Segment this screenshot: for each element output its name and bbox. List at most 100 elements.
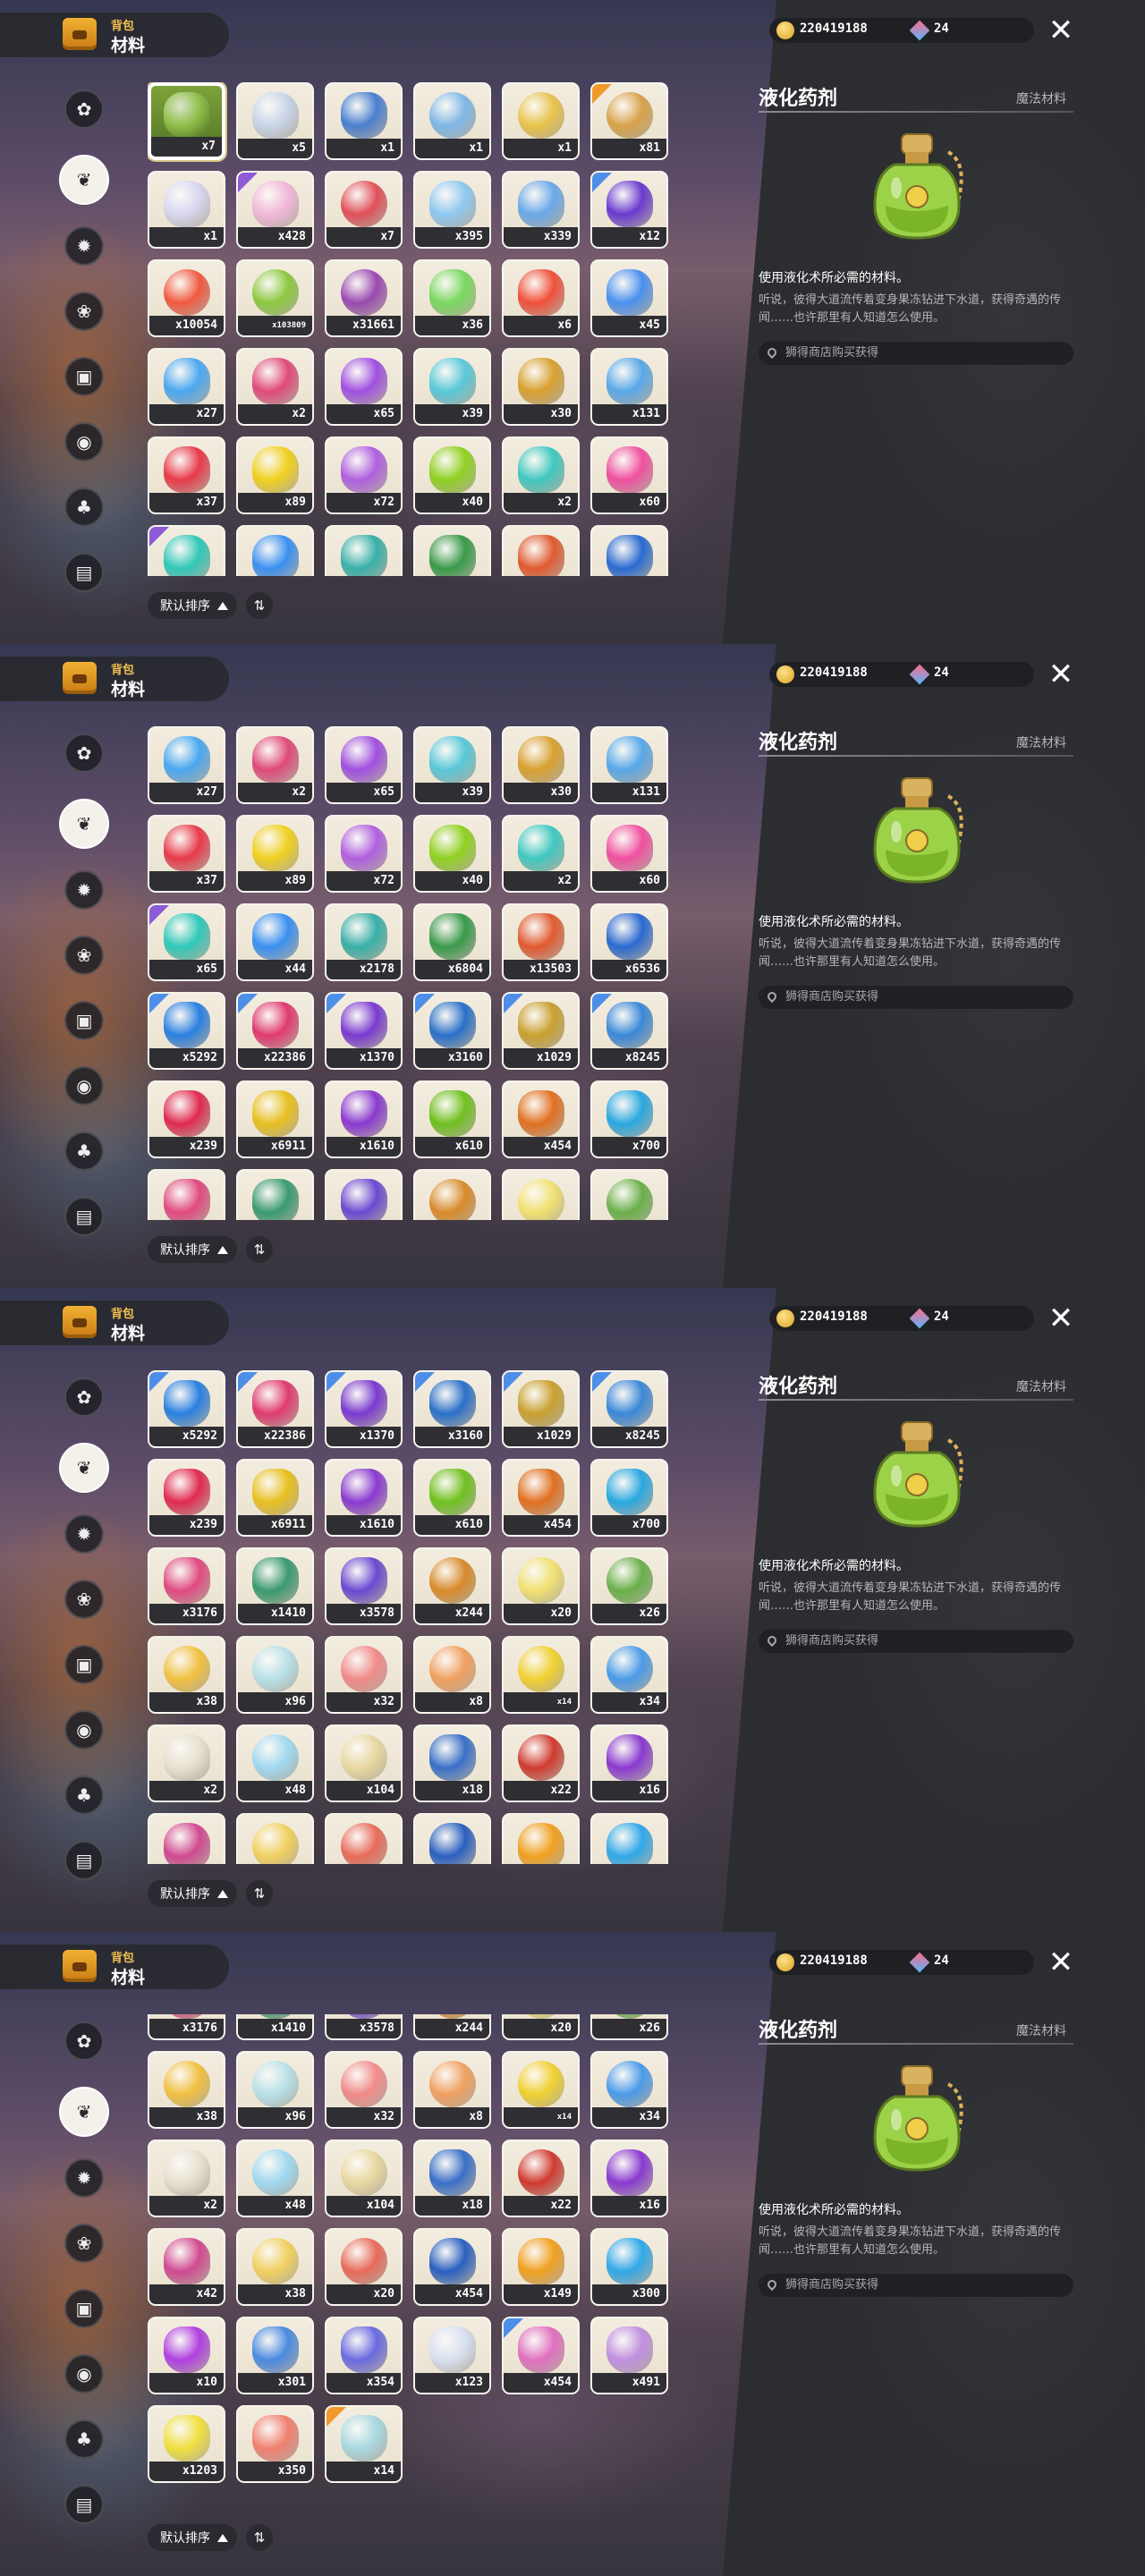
item-slot[interactable]: x700 — [590, 1459, 668, 1537]
item-slot[interactable]: x2 — [236, 726, 314, 804]
item-slot[interactable]: x8 — [413, 2051, 491, 2129]
item-slot[interactable]: x20 — [502, 2014, 580, 2040]
sort-button[interactable]: 默认排序 — [148, 592, 237, 619]
item-slot[interactable]: x37 — [148, 436, 225, 514]
item-slot[interactable]: x27 — [148, 726, 225, 804]
item-slot[interactable]: x104 — [325, 2140, 403, 2217]
item-slot[interactable]: x20 — [502, 1547, 580, 1625]
item-slot[interactable]: x30 — [502, 726, 580, 804]
item-slot[interactable]: x18 — [413, 2140, 491, 2217]
item-slot[interactable]: x26 — [590, 2014, 668, 2040]
item-slot[interactable] — [148, 1813, 225, 1864]
item-slot[interactable]: x454 — [502, 1459, 580, 1537]
item-slot[interactable]: x3578 — [325, 2014, 403, 2040]
item-slot[interactable] — [325, 525, 403, 576]
item-slot[interactable]: x18 — [413, 1724, 491, 1802]
item-slot[interactable]: x123 — [413, 2317, 491, 2394]
item-slot[interactable]: x72 — [325, 436, 403, 514]
item-slot[interactable]: x65 — [325, 726, 403, 804]
item-slot[interactable]: x36 — [413, 259, 491, 337]
category-star-icon[interactable]: ✹ — [64, 870, 104, 910]
item-slot[interactable]: x700 — [590, 1080, 668, 1158]
item-slot[interactable]: x22386 — [236, 992, 314, 1070]
item-slot[interactable]: x1370 — [325, 1370, 403, 1448]
sort-button[interactable]: 默认排序 — [148, 2524, 237, 2551]
item-slot[interactable]: x65 — [148, 903, 225, 981]
bag-tab[interactable]: 背包 材料 — [0, 657, 229, 701]
category-sprout-icon[interactable]: ❦ — [59, 1443, 109, 1493]
sort-direction-icon[interactable]: ⇅ — [246, 1880, 273, 1907]
item-slot[interactable]: x1 — [325, 82, 403, 160]
item-slot[interactable] — [148, 1169, 225, 1220]
item-slot[interactable]: x40 — [413, 436, 491, 514]
item-slot[interactable]: x45 — [590, 259, 668, 337]
item-slot[interactable]: x1370 — [325, 992, 403, 1070]
item-slot[interactable]: x1029 — [502, 992, 580, 1070]
item-slot[interactable]: x8245 — [590, 1370, 668, 1448]
item-slot[interactable]: x3176 — [148, 1547, 225, 1625]
item-slot[interactable] — [325, 1169, 403, 1220]
item-slot[interactable]: x5292 — [148, 992, 225, 1070]
item-slot[interactable]: x1610 — [325, 1080, 403, 1158]
item-slot[interactable]: x1029 — [502, 1370, 580, 1448]
item-slot[interactable] — [502, 525, 580, 576]
item-slot[interactable] — [236, 1813, 314, 1864]
sort-direction-icon[interactable]: ⇅ — [246, 1236, 273, 1263]
item-slot[interactable]: x13503 — [502, 903, 580, 981]
item-slot[interactable]: x34 — [590, 1636, 668, 1714]
item-slot[interactable]: x48 — [236, 2140, 314, 2217]
category-crate-icon[interactable]: ▤ — [64, 1841, 104, 1880]
item-slot[interactable]: x2 — [236, 348, 314, 426]
category-acorn-icon[interactable]: ♣ — [64, 487, 104, 527]
item-slot[interactable]: x1 — [502, 82, 580, 160]
item-slot[interactable]: x3160 — [413, 992, 491, 1070]
item-slot[interactable]: x7 — [325, 171, 403, 249]
category-crate-icon[interactable]: ▤ — [64, 1197, 104, 1236]
category-sprout-icon[interactable]: ❦ — [59, 2087, 109, 2137]
item-slot[interactable]: x428 — [236, 171, 314, 249]
category-star-icon[interactable]: ✹ — [64, 226, 104, 266]
item-slot[interactable]: x42 — [148, 2228, 225, 2306]
item-slot[interactable]: x1610 — [325, 1459, 403, 1537]
sort-button[interactable]: 默认排序 — [148, 1880, 237, 1907]
close-icon[interactable]: ✕ — [1045, 1946, 1077, 1979]
item-slot[interactable]: x1203 — [148, 2405, 225, 2483]
category-globe-icon[interactable]: ◉ — [64, 1710, 104, 1750]
item-slot[interactable] — [236, 525, 314, 576]
sort-direction-icon[interactable]: ⇅ — [246, 592, 273, 619]
item-slot[interactable]: x38 — [148, 1636, 225, 1714]
item-slot[interactable]: x610 — [413, 1459, 491, 1537]
item-slot[interactable]: x3176 — [148, 2014, 225, 2040]
item-slot[interactable]: x65 — [325, 348, 403, 426]
item-slot[interactable]: x8245 — [590, 992, 668, 1070]
category-shirt-icon[interactable]: ▣ — [64, 1001, 104, 1040]
item-slot[interactable]: x14 — [502, 1636, 580, 1714]
item-slot[interactable]: x1410 — [236, 2014, 314, 2040]
item-slot[interactable]: x244 — [413, 1547, 491, 1625]
item-slot[interactable]: x96 — [236, 1636, 314, 1714]
category-clover-icon[interactable]: ✿ — [64, 2021, 104, 2061]
item-slot[interactable]: x1410 — [236, 1547, 314, 1625]
item-slot[interactable]: x89 — [236, 815, 314, 893]
item-slot[interactable]: x96 — [236, 2051, 314, 2129]
item-slot[interactable]: x27 — [148, 348, 225, 426]
category-globe-icon[interactable]: ◉ — [64, 1066, 104, 1106]
item-slot[interactable]: x2 — [502, 436, 580, 514]
item-slot[interactable]: x48 — [236, 1724, 314, 1802]
item-slot[interactable]: x454 — [502, 2317, 580, 2394]
item-slot[interactable]: x38 — [236, 2228, 314, 2306]
item-slot[interactable]: x104 — [325, 1724, 403, 1802]
item-slot[interactable]: x131 — [590, 726, 668, 804]
item-slot[interactable]: x14 — [502, 2051, 580, 2129]
category-star-icon[interactable]: ✹ — [64, 1514, 104, 1554]
item-slot[interactable]: x339 — [502, 171, 580, 249]
item-slot[interactable]: x6804 — [413, 903, 491, 981]
item-slot[interactable]: x22 — [502, 1724, 580, 1802]
item-slot[interactable]: x32 — [325, 1636, 403, 1714]
category-crate-icon[interactable]: ▤ — [64, 2485, 104, 2524]
category-globe-icon[interactable]: ◉ — [64, 422, 104, 462]
item-slot[interactable]: x89 — [236, 436, 314, 514]
item-slot[interactable]: x244 — [413, 2014, 491, 2040]
category-shirt-icon[interactable]: ▣ — [64, 1645, 104, 1684]
item-slot[interactable]: x301 — [236, 2317, 314, 2394]
